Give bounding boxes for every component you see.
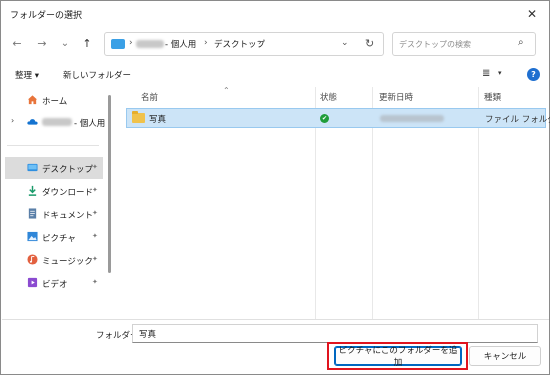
pin-icon: ✦ [92, 209, 98, 217]
pin-icon: ✦ [92, 186, 98, 194]
close-button[interactable]: ✕ [519, 3, 545, 25]
music-icon [27, 254, 38, 265]
desktop-icon [27, 163, 38, 172]
sidebar-item-videos[interactable]: ビデオ ✦ [5, 272, 103, 294]
address-bar[interactable]: › - 個人用 › デスクトップ › ⌄ ↻ [104, 32, 384, 56]
sidebar-item-label: - 個人用 [74, 119, 106, 129]
pictures-icon [27, 231, 38, 242]
sort-ascending-icon: ⌃ [223, 86, 230, 95]
column-header-status[interactable]: 状態 [320, 91, 337, 103]
cancel-button[interactable]: キャンセル [469, 346, 541, 366]
sidebar-divider [7, 145, 99, 146]
command-bar: 整理 ▾ 新しいフォルダー ≣ ▾ ? [1, 65, 549, 85]
sidebar-item-pictures[interactable]: ピクチャ ✦ [5, 226, 103, 248]
expand-chevron-icon[interactable]: › [11, 116, 14, 125]
redacted-modified-date [380, 115, 444, 122]
pin-icon: ✦ [92, 278, 98, 286]
redacted-account-name [42, 118, 72, 126]
sidebar-item-label: ドキュメント [42, 211, 94, 221]
forward-icon[interactable]: → [33, 34, 51, 52]
sidebar-item-label: ホーム [42, 97, 68, 107]
sidebar-item-desktop[interactable]: デスクトップ ✦ [5, 157, 103, 179]
column-header-name[interactable]: 名前 [141, 91, 158, 103]
this-pc-icon [111, 39, 125, 49]
table-row[interactable]: 写真 ✔ ファイル フォルダー [126, 108, 550, 128]
file-list: 名前 ⌃ 状態 更新日時 種類 写真 ✔ ファイル フォルダー [120, 86, 550, 319]
back-icon[interactable]: ← [8, 34, 26, 52]
sidebar-item-label: ミュージック [42, 257, 93, 267]
sidebar-scrollbar[interactable] [108, 95, 111, 273]
footer-divider [2, 319, 549, 320]
download-icon [28, 185, 37, 196]
title-bar: フォルダーの選択 ✕ [1, 1, 549, 27]
pin-icon: ✦ [92, 163, 98, 171]
dialog-title: フォルダーの選択 [10, 11, 83, 21]
sync-ok-icon: ✔ [320, 114, 329, 123]
video-icon [27, 277, 38, 288]
search-icon[interactable]: ⌕ [518, 37, 524, 48]
breadcrumb-separator: › [204, 38, 208, 48]
redacted-user-name [136, 40, 164, 48]
sidebar-item-label: デスクトップ [42, 165, 94, 175]
sidebar-item-label: ダウンロード [42, 188, 94, 198]
view-options-icon[interactable]: ≣ [482, 68, 490, 79]
navigation-pane: ホーム › - 個人用 デスクトップ ✦ ダウンロード ✦ ドキュメント ✦ ピ… [2, 87, 118, 317]
view-options-chevron-icon[interactable]: ▾ [498, 69, 502, 77]
breadcrumb-separator: › [258, 38, 262, 48]
add-folder-to-pictures-button[interactable]: ピクチャにこのフォルダーを追加 [334, 346, 462, 368]
document-icon [28, 208, 37, 219]
organize-menu-button[interactable]: 整理 ▾ [15, 69, 39, 81]
sidebar-item-music[interactable]: ミュージック ✦ [5, 249, 103, 271]
sidebar-item-onedrive[interactable]: › - 個人用 [5, 111, 106, 133]
search-input[interactable] [399, 37, 509, 52]
pin-icon: ✦ [92, 255, 98, 263]
home-icon [27, 95, 38, 105]
new-folder-button[interactable]: 新しいフォルダー [63, 69, 131, 81]
refresh-icon[interactable]: ↻ [365, 37, 374, 50]
file-type: ファイル フォルダー [485, 115, 550, 125]
breadcrumb-separator: › [129, 38, 133, 48]
folder-name-field[interactable] [132, 324, 538, 343]
sidebar-item-documents[interactable]: ドキュメント ✦ [5, 203, 103, 225]
search-box[interactable]: ⌕ [392, 32, 536, 56]
pin-icon: ✦ [92, 232, 98, 240]
sidebar-item-label: ビデオ [42, 280, 68, 290]
column-header-modified[interactable]: 更新日時 [379, 91, 413, 103]
up-icon[interactable]: ↑ [78, 34, 96, 52]
folder-picker-dialog: フォルダーの選択 ✕ ← → ⌄ ↑ › - 個人用 › デスクトップ › ⌄ … [0, 0, 550, 375]
sidebar-item-home[interactable]: ホーム [5, 89, 103, 111]
column-header-type[interactable]: 種類 [484, 91, 501, 103]
sidebar-item-label: ピクチャ [42, 234, 76, 244]
recent-locations-chevron-icon[interactable]: ⌄ [56, 34, 74, 52]
folder-icon [132, 111, 145, 123]
onedrive-cloud-icon [27, 119, 38, 125]
breadcrumb-onedrive[interactable]: - 個人用 [165, 38, 196, 50]
file-name: 写真 [149, 115, 167, 125]
sidebar-item-downloads[interactable]: ダウンロード ✦ [5, 180, 103, 202]
address-dropdown-icon[interactable]: ⌄ [341, 38, 349, 48]
help-icon[interactable]: ? [527, 68, 540, 81]
